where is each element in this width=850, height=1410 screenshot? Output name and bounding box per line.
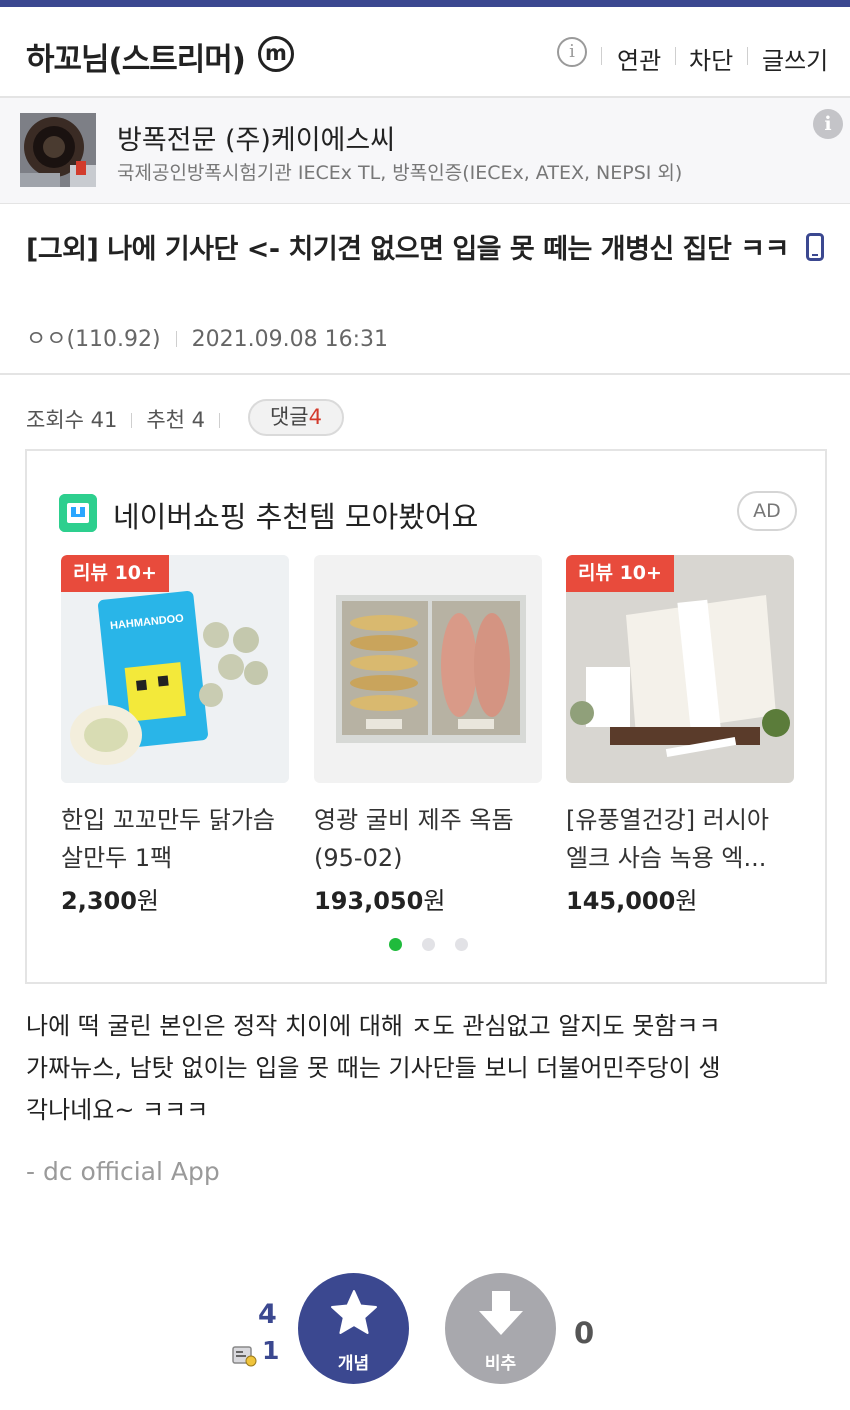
app-signature: - dc official App [26,1157,220,1186]
write-link[interactable]: 글쓰기 [762,41,828,76]
meta-separator [175,331,177,347]
comment-button[interactable]: 댓글4 [248,399,344,436]
block-link[interactable]: 차단 [689,41,733,76]
product-name[interactable]: 한입 꼬꼬만두 닭가슴살만두 1팩 [61,801,289,877]
price-value: 145,000 [566,887,676,915]
product-image[interactable]: HAHMANDOO 리뷰 10+ [61,555,289,783]
post-date: 2021.09.08 16:31 [191,327,388,352]
stat-separator [219,413,221,428]
not-recommend-count: 0 [574,1316,595,1350]
minor-gallery-badge: m [258,36,294,72]
product-price: 145,000원 [566,881,794,916]
post-body-line: 나에 떡 굴린 본인은 정작 치이에 대해 ㅈ도 관심없고 알지도 못함ㅋㅋ [26,1012,721,1040]
post-stats: 조회수 41 추천 4 [26,404,234,434]
fixed-user-icon [231,1343,257,1367]
post-meta: ㅇㅇ(110.92) 2021.09.08 16:31 [26,321,388,353]
product-image[interactable]: 리뷰 10+ [566,555,794,783]
mobile-phone-icon [805,231,824,274]
shopping-headline: 네이버쇼핑 추천템 모아봤어요 [113,500,479,534]
product-price: 193,050원 [314,881,542,916]
currency-unit: 원 [136,887,160,915]
carousel-dot-2[interactable] [422,938,435,951]
info-icon[interactable]: i [557,37,587,67]
product-price: 2,300원 [61,881,289,916]
product-name[interactable]: [유풍열건강] 러시아 엘크 사슴 녹용 엑... [566,801,794,877]
fixed-recommend-count: 1 [262,1336,280,1365]
ad-company-name[interactable]: 방폭전문 (주)케이에스씨 [117,118,395,157]
down-arrow-icon [475,1287,527,1343]
recommend-total: 4 [258,1299,277,1330]
comment-count: 4 [308,405,322,429]
ad-description[interactable]: 국제공인방폭시험기관 IECEx TL, 방폭인증(IECEx, ATEX, N… [117,158,682,185]
ad-thumbnail[interactable] [20,113,96,187]
nav-separator [675,47,676,65]
star-icon [328,1287,380,1343]
ad-label: AD [737,491,797,531]
product-name[interactable]: 영광 굴비 제주 옥돔 (95-02) [314,801,542,877]
product-card[interactable]: 영광 굴비 제주 옥돔 (95-02) 193,050원 [314,555,542,916]
naver-shopping-icon [59,494,97,532]
carousel-dot-3[interactable] [455,938,468,951]
not-recommend-label: 비추 [484,1354,517,1374]
recommend-button[interactable]: 개념 [298,1273,409,1384]
recommend-label: 개념 [337,1354,370,1374]
top-accent-bar [0,0,850,7]
review-badge: 리뷰 10+ [61,555,169,592]
recommend-count: 추천 4 [146,408,206,432]
review-badge: 리뷰 10+ [566,555,674,592]
shopping-ad-box: 네이버쇼핑 추천템 모아봤어요 AD HAHMANDOO 리뷰 10+ 한입 꼬… [25,449,827,984]
divider [0,373,850,375]
nav-separator [747,47,748,65]
post-body: 나에 떡 굴린 본인은 정작 치이에 대해 ㅈ도 관심없고 알지도 못함ㅋㅋ 가… [26,1005,826,1131]
price-value: 193,050 [314,887,424,915]
post-title: [그외] 나에 기사단 <- 치기견 없으면 입을 못 떼는 개병신 집단 ㅋㅋ [26,228,824,274]
carousel-dot-1[interactable] [389,938,402,951]
product-card[interactable]: HAHMANDOO 리뷰 10+ 한입 꼬꼬만두 닭가슴살만두 1팩 2,300… [61,555,289,916]
ad-banner[interactable]: 방폭전문 (주)케이에스씨 국제공인방폭시험기관 IECEx TL, 방폭인증(… [0,98,850,204]
not-recommend-button[interactable]: 비추 [445,1273,556,1384]
product-card[interactable]: 리뷰 10+ [유풍열건강] 러시아 엘크 사슴 녹용 엑... 145,000… [566,555,794,916]
currency-unit: 원 [423,887,446,915]
nav-separator [601,47,602,65]
author-name[interactable]: ㅇㅇ(110.92) [26,327,161,352]
price-value: 2,300 [61,887,137,915]
view-count: 조회수 41 [26,408,118,432]
comment-label: 댓글 [269,405,309,429]
gallery-title[interactable]: 하꼬님(스트리머) [26,34,246,79]
post-body-line: 가짜뉴스, 남탓 없이는 입을 못 때는 기사단들 보니 더불어민주당이 생 [26,1054,721,1082]
post-body-line: 각나네요~ ㅋㅋㅋ [26,1096,209,1124]
info-icon[interactable]: i [813,109,843,139]
post-title-text: [그외] 나에 기사단 <- 치기견 없으면 입을 못 떼는 개병신 집단 ㅋㅋ [26,234,789,265]
currency-unit: 원 [675,887,698,915]
stat-separator [131,413,133,428]
product-image[interactable] [314,555,542,783]
related-link[interactable]: 연관 [617,41,661,76]
gallery-header: 하꼬님(스트리머) m i 연관 차단 글쓰기 [0,7,850,98]
